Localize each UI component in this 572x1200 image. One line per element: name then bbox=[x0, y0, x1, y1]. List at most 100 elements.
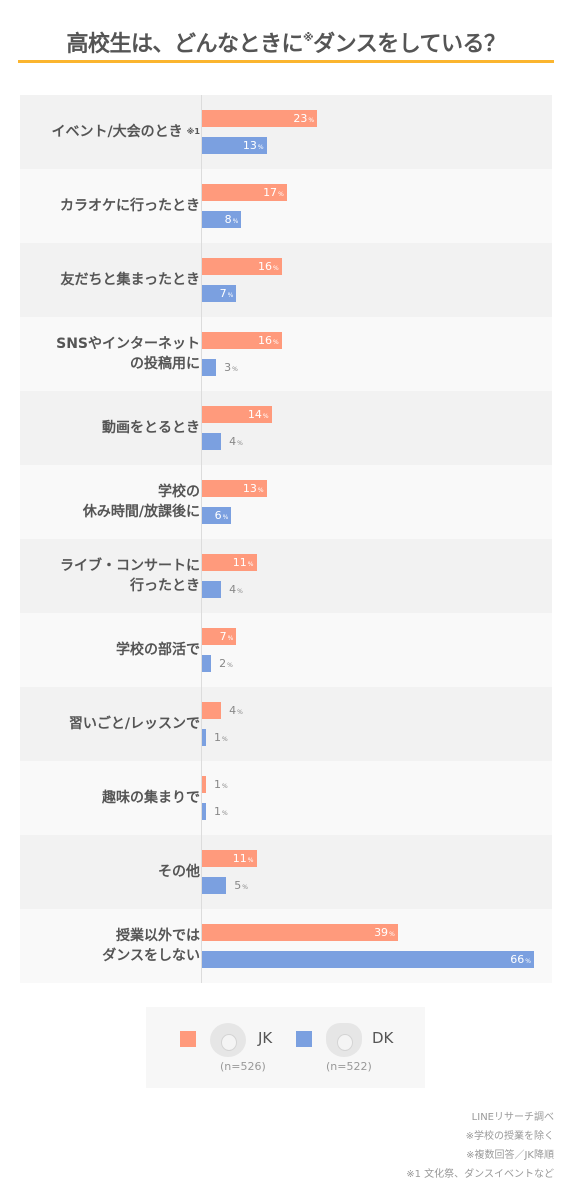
category-label: 習いごと/レッスンで bbox=[69, 687, 200, 761]
data-label-unit: % bbox=[227, 662, 233, 669]
chart-row: その他 11% 5% bbox=[20, 835, 552, 909]
legend-swatch-dk bbox=[296, 1031, 312, 1047]
data-label-dk: 7% bbox=[201, 285, 234, 302]
bar-jk bbox=[201, 702, 222, 719]
data-label-value: 16 bbox=[258, 260, 273, 273]
chart-row: 趣味の集まりで 1% 1% bbox=[20, 761, 552, 835]
data-label-jk: 11% bbox=[201, 850, 254, 867]
y-axis-line bbox=[201, 95, 202, 983]
data-label-jk: 16% bbox=[201, 258, 279, 275]
category-label-text: カラオケに行ったとき bbox=[60, 198, 200, 214]
data-label-jk: 39% bbox=[201, 924, 395, 941]
data-label-value: 2 bbox=[219, 657, 227, 670]
data-label-unit: % bbox=[227, 635, 234, 642]
data-label-dk: 5% bbox=[234, 877, 248, 894]
data-label-value: 5 bbox=[234, 879, 242, 892]
data-label-unit: % bbox=[237, 440, 243, 447]
data-label-jk: 7% bbox=[201, 628, 234, 645]
category-label: 動画をとるとき bbox=[102, 391, 200, 465]
chart-row: 学校の部活で 7% 2% bbox=[20, 613, 552, 687]
data-label-value: 23 bbox=[293, 112, 308, 125]
data-label-dk: 4% bbox=[229, 581, 243, 598]
data-label-value: 13 bbox=[242, 482, 257, 495]
data-label-value: 66 bbox=[510, 953, 525, 966]
data-label-unit: % bbox=[232, 218, 239, 225]
data-label-value: 11 bbox=[232, 852, 247, 865]
category-label-text: 動画をとるとき bbox=[102, 420, 200, 436]
data-label-value: 8 bbox=[224, 213, 232, 226]
data-label-unit: % bbox=[237, 588, 243, 595]
legend-n-dk: (n=522) bbox=[326, 1060, 372, 1073]
data-label-unit: % bbox=[308, 117, 315, 124]
data-label-unit: % bbox=[525, 958, 531, 965]
category-label: SNSやインターネット の投稿用に bbox=[56, 317, 200, 391]
footnote-method: ※複数回答／JK降順 bbox=[466, 1150, 554, 1161]
data-label-unit: % bbox=[237, 709, 243, 716]
category-label: カラオケに行ったとき bbox=[60, 169, 200, 243]
category-note-mark: ※1 bbox=[186, 127, 200, 136]
category-label: 友だちと集まったとき bbox=[61, 243, 200, 317]
data-label-value: 1 bbox=[214, 805, 222, 818]
category-label-text: 学校の部活で bbox=[116, 642, 200, 658]
chart-row: カラオケに行ったとき 17% 8% bbox=[20, 169, 552, 243]
data-label-value: 39 bbox=[374, 926, 389, 939]
category-label: その他 bbox=[158, 835, 200, 909]
data-label-value: 1 bbox=[214, 778, 222, 791]
data-label-unit: % bbox=[222, 810, 228, 817]
bar-chart: イベント/大会のとき ※1 23% 13% カラオケに行ったとき 17% 8% 友だちと集まっ… bbox=[20, 95, 552, 983]
data-label-unit: % bbox=[389, 931, 395, 938]
data-label-value: 4 bbox=[229, 704, 237, 717]
data-label-value: 7 bbox=[219, 630, 227, 643]
data-label-unit: % bbox=[247, 561, 254, 568]
category-label: 授業以外では ダンスをしない bbox=[102, 909, 200, 983]
data-label-unit: % bbox=[278, 191, 284, 198]
data-label-unit: % bbox=[273, 265, 279, 272]
data-label-dk: 4% bbox=[229, 433, 243, 450]
category-label: ライブ・コンサートに 行ったとき bbox=[60, 539, 200, 613]
data-label-value: 7 bbox=[219, 287, 227, 300]
bar-dk bbox=[201, 359, 217, 376]
data-label-value: 13 bbox=[242, 139, 257, 152]
bar-dk bbox=[201, 877, 227, 894]
data-label-unit: % bbox=[227, 292, 234, 299]
data-label-unit: % bbox=[222, 736, 228, 743]
category-label: イベント/大会のとき ※1 bbox=[52, 95, 200, 169]
data-label-unit: % bbox=[222, 783, 228, 790]
data-label-value: 4 bbox=[229, 435, 237, 448]
chart-row: イベント/大会のとき ※1 23% 13% bbox=[20, 95, 552, 169]
category-label-text: ライブ・コンサートに 行ったとき bbox=[60, 558, 200, 594]
footnotes: LINEリサーチ調べ ※学校の授業を除く ※複数回答／JK降順 ※1 文化祭、ダ… bbox=[406, 1108, 554, 1184]
category-label-text: 授業以外では ダンスをしない bbox=[102, 928, 200, 964]
footnote-1: ※1 文化祭、ダンスイベントなど bbox=[406, 1169, 554, 1180]
category-label: 学校の 休み時間/放課後に bbox=[83, 465, 200, 539]
bar-dk bbox=[201, 655, 212, 672]
data-label-dk: 6% bbox=[201, 507, 229, 524]
category-label-text: イベント/大会のとき bbox=[51, 124, 183, 140]
title-text: 高校生は、どんなときに bbox=[66, 32, 303, 57]
category-label: 学校の部活で bbox=[116, 613, 200, 687]
bar-dk bbox=[201, 433, 222, 450]
title-note-mark: ※ bbox=[302, 31, 314, 44]
data-label-value: 17 bbox=[263, 186, 278, 199]
data-label-dk: 8% bbox=[201, 211, 239, 228]
category-label-text: 趣味の集まりで bbox=[102, 790, 200, 806]
legend-n-jk: (n=526) bbox=[220, 1060, 266, 1073]
title-text-tail: ダンスをしている？ bbox=[313, 32, 506, 57]
data-label-dk: 66% bbox=[201, 951, 531, 968]
data-label-unit: % bbox=[273, 339, 279, 346]
bar-dk bbox=[201, 581, 222, 598]
data-label-jk: 23% bbox=[201, 110, 314, 127]
chart-row: ライブ・コンサートに 行ったとき 11% 4% bbox=[20, 539, 552, 613]
boy-face-icon bbox=[326, 1023, 362, 1057]
title-underline bbox=[18, 60, 554, 63]
footnote-exclusion: ※学校の授業を除く bbox=[465, 1131, 554, 1142]
data-label-dk: 1% bbox=[214, 729, 228, 746]
data-label-jk: 4% bbox=[229, 702, 243, 719]
category-label-text: SNSやインターネット の投稿用に bbox=[56, 336, 200, 372]
legend-label-dk: DK bbox=[372, 1029, 394, 1047]
data-label-jk: 17% bbox=[201, 184, 284, 201]
data-label-value: 1 bbox=[214, 731, 222, 744]
data-label-jk: 13% bbox=[201, 480, 264, 497]
chart-row: 授業以外では ダンスをしない 39% 66% bbox=[20, 909, 552, 983]
girl-face-icon bbox=[210, 1023, 246, 1057]
